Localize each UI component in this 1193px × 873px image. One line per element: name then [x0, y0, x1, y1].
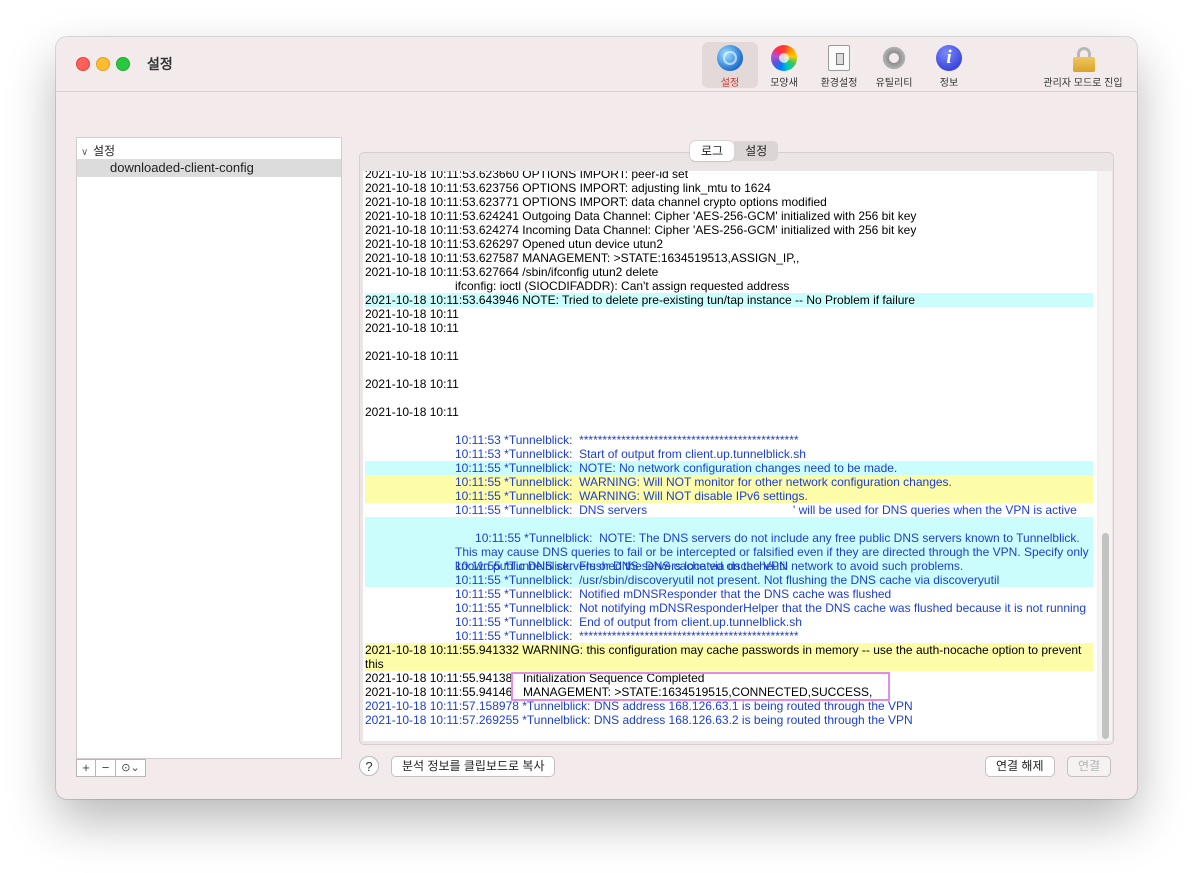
- log-line-highlighted: 2021-10-18 10:11:53.643946 NOTE: Tried t…: [365, 293, 1093, 307]
- gear-icon: [881, 45, 907, 71]
- log-line: 10:11:55 *Tunnelblick: Not notifying mDN…: [455, 601, 1087, 615]
- sidebar-button-bar: + − ⊙⌄: [76, 759, 146, 777]
- tab-control: 로그 설정: [690, 141, 779, 161]
- log-line: ifconfig: ioctl (SIOCDIFADDR): Can't ass…: [455, 279, 790, 293]
- more-actions-button[interactable]: ⊙⌄: [116, 759, 146, 777]
- log-line: 10:11:55 *Tunnelblick: *****************…: [455, 629, 799, 643]
- log-line: 2021-10-18 10:11:53.626297 Opened utun d…: [365, 237, 664, 251]
- preferences-window: 설정 설정 모양새 환경설정 유틸리티 i 정보 관리자 모드로 진입 ∨ 설정…: [56, 37, 1137, 799]
- log-line-redacted: 2021-10-18 10:11: [365, 307, 459, 321]
- disconnect-button[interactable]: 연결 해제: [985, 756, 1055, 777]
- log-line-highlighted: 10:11:55 *Tunnelblick: WARNING: Will NOT…: [365, 489, 1093, 503]
- log-line: 2021-10-18 10:11:53.627664 /sbin/ifconfi…: [365, 265, 659, 279]
- log-line: 10:11:55 *Tunnelblick: Notified mDNSResp…: [455, 587, 892, 601]
- log-line: 2021-10-18 10:11:57.158978 *Tunnelblick:…: [365, 699, 913, 713]
- sidebar-group-label: 설정: [93, 144, 116, 158]
- log-line-highlighted: 10:11:55 *Tunnelblick: WARNING: Will NOT…: [365, 475, 1093, 489]
- log-line-highlighted: 10:11:55 *Tunnelblick: NOTE: No network …: [365, 461, 1093, 475]
- log-line-redacted: 2021-10-18 10:11: [365, 377, 459, 391]
- sidebar-item-label: downloaded-client-config: [110, 160, 254, 175]
- log-line: 10:11:55 *Tunnelblick: Flushed the DNS c…: [455, 559, 788, 573]
- toolbar-item-label: 환경설정: [820, 78, 858, 89]
- log-line: 2021-10-18 10:11:57.269255 *Tunnelblick:…: [365, 713, 913, 727]
- log-line: 10:11:55 *Tunnelblick: End of output fro…: [455, 615, 802, 629]
- log-scrollbar[interactable]: [1097, 171, 1112, 741]
- log-line: 2021-10-18 10:11:55.94138: [365, 671, 513, 685]
- toolbar-item-label: 설정: [720, 78, 740, 89]
- zoom-window-button[interactable]: [116, 57, 130, 71]
- toolbar-item-label: 유틸리티: [875, 78, 913, 89]
- toolbar-item-preferences[interactable]: 환경설정: [811, 42, 867, 89]
- copy-diagnostics-button[interactable]: 분석 정보를 클립보드로 복사: [391, 756, 556, 777]
- log-line: 2021-10-18 10:11:53.627587 MANAGEMENT: >…: [365, 251, 800, 265]
- toolbar-item-appearance[interactable]: 모양새: [756, 42, 812, 89]
- log-line: 10:11:53 *Tunnelblick: Start of output f…: [455, 447, 806, 461]
- admin-mode-button[interactable]: 관리자 모드로 진입: [1033, 42, 1133, 89]
- log-line: 2021-10-18 10:11:53.624274 Incoming Data…: [365, 223, 917, 237]
- log-line-redacted: 10:11:55 *Tunnelblick: DNS servers: [455, 503, 648, 517]
- scrollbar-thumb[interactable]: [1102, 533, 1109, 739]
- tab-settings[interactable]: 설정: [734, 141, 779, 161]
- toolbar-item-configurations[interactable]: 설정: [702, 42, 758, 89]
- chevron-down-icon: ∨: [81, 147, 89, 158]
- color-wheel-icon: [771, 45, 797, 71]
- admin-mode-label: 관리자 모드로 진입: [1043, 78, 1123, 89]
- minimize-window-button[interactable]: [96, 57, 110, 71]
- switch-icon: [828, 45, 850, 71]
- add-config-button[interactable]: +: [76, 759, 96, 777]
- connect-button[interactable]: 연결: [1067, 756, 1112, 777]
- log-line: 2021-10-18 10:11:55.94146: [365, 685, 513, 699]
- log-line: 2021-10-18 10:11:53.624241 Outgoing Data…: [365, 209, 917, 223]
- globe-icon: [717, 45, 743, 71]
- log-text-view[interactable]: 2021-10-18 10:11:53.623660 OPTIONS IMPOR…: [363, 171, 1097, 741]
- log-line-redacted: 2021-10-18 10:11: [365, 405, 459, 419]
- toolbar-item-label: 정보: [939, 78, 959, 89]
- remove-config-button[interactable]: −: [96, 759, 116, 777]
- close-window-button[interactable]: [76, 57, 90, 71]
- log-line-highlighted: 2021-10-18 10:11:55.941332 WARNING: this…: [365, 643, 1093, 671]
- toolbar-item-info[interactable]: i 정보: [921, 42, 977, 89]
- tab-log[interactable]: 로그: [690, 141, 735, 161]
- log-line-redacted: 2021-10-18 10:11: [365, 321, 459, 335]
- log-line: 10:11:55 *Tunnelblick: /usr/sbin/discove…: [455, 573, 1000, 587]
- log-line: 10:11:53 *Tunnelblick: *****************…: [455, 433, 799, 447]
- bottom-bar: ? 분석 정보를 클립보드로 복사 연결 해제 연결: [359, 756, 1112, 778]
- toolbar-item-utilities[interactable]: 유틸리티: [866, 42, 922, 89]
- log-line: 2021-10-18 10:11:53.623771 OPTIONS IMPOR…: [365, 195, 827, 209]
- titlebar: 설정 설정 모양새 환경설정 유틸리티 i 정보 관리자 모드로 진입: [56, 37, 1137, 92]
- configurations-sidebar: ∨ 설정 downloaded-client-config: [76, 137, 342, 759]
- highlight-box: [511, 672, 890, 701]
- log-line: 2021-10-18 10:11:53.623660 OPTIONS IMPOR…: [365, 171, 689, 181]
- help-button[interactable]: ?: [359, 756, 379, 776]
- window-title: 설정: [147, 56, 173, 72]
- toolbar-item-label: 모양새: [770, 78, 798, 89]
- log-line-redacted: 2021-10-18 10:11: [365, 349, 459, 363]
- log-line: ' will be used for DNS queries when the …: [793, 503, 1077, 517]
- log-line: 2021-10-18 10:11:53.623756 OPTIONS IMPOR…: [365, 181, 771, 195]
- sidebar-group-header[interactable]: ∨ 설정: [81, 142, 115, 159]
- sidebar-item-config[interactable]: downloaded-client-config: [77, 159, 341, 177]
- info-icon: i: [936, 45, 962, 71]
